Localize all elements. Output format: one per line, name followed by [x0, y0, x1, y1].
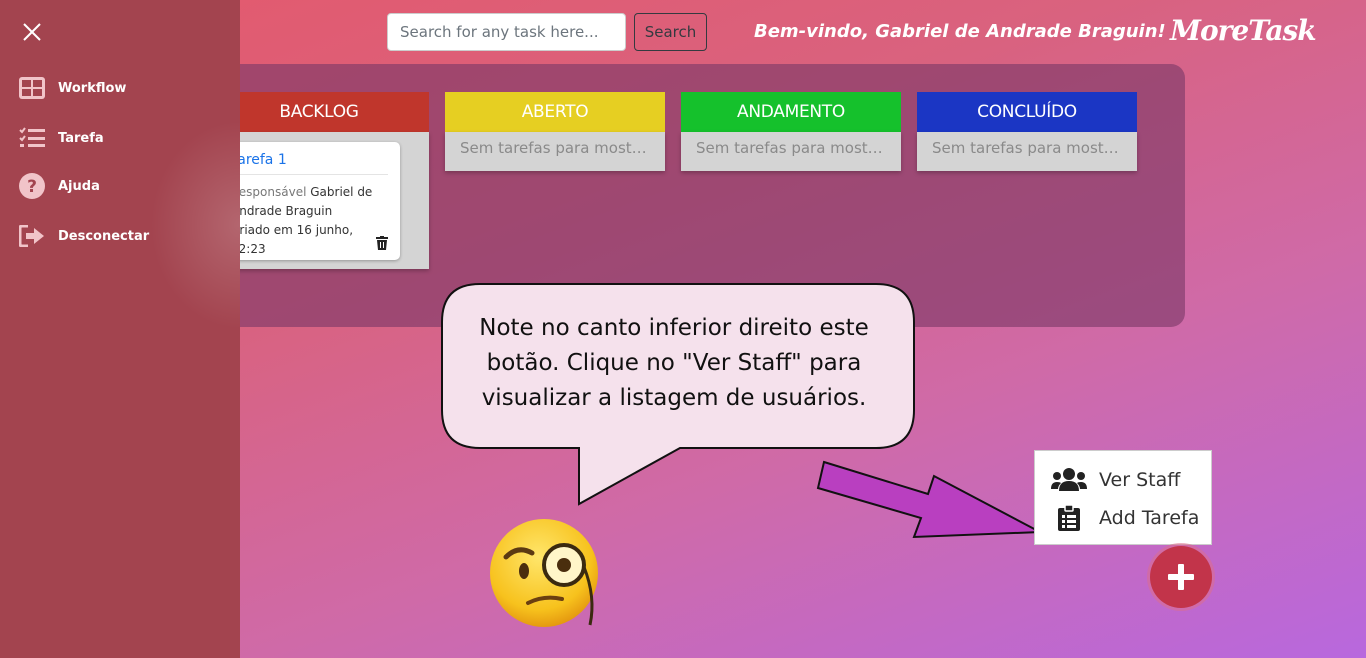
- sidebar-item-desconectar[interactable]: Desconectar: [18, 222, 149, 250]
- menu-item-add-tarefa[interactable]: Add Tarefa: [1035, 499, 1211, 537]
- help-icon: ?: [18, 172, 46, 200]
- column-title: ABERTO: [521, 102, 589, 122]
- column-andamento: ANDAMENTO Sem tarefas para mostrar...: [681, 92, 901, 171]
- column-aberto: ABERTO Sem tarefas para mostrar...: [445, 92, 665, 171]
- sidebar: Workflow Tarefa ? Ajuda Desconectar: [0, 0, 240, 658]
- plus-icon: [1168, 564, 1194, 590]
- welcome-message: Bem-vindo, Gabriel de Andrade Braguin!: [754, 21, 1166, 42]
- close-icon[interactable]: [22, 22, 42, 42]
- column-backlog: BACKLOG Tarefa 1 Responsável Gabriel de …: [209, 92, 429, 269]
- pointer-arrow-icon: [816, 460, 1044, 539]
- menu-item-ver-staff[interactable]: Ver Staff: [1035, 461, 1211, 499]
- grid-icon: [18, 74, 46, 102]
- column-title: CONCLUÍDO: [977, 102, 1077, 122]
- list-icon: [18, 124, 46, 152]
- sidebar-item-workflow[interactable]: Workflow: [18, 74, 126, 102]
- logout-icon: [18, 222, 46, 250]
- column-title: ANDAMENTO: [737, 102, 845, 122]
- menu-item-label: Ver Staff: [1099, 469, 1181, 491]
- column-header-concluido: CONCLUÍDO: [917, 92, 1137, 132]
- fab-menu: Ver Staff Add Tarefa: [1034, 450, 1212, 545]
- svg-text:?: ?: [27, 177, 37, 197]
- tutorial-text: Note no canto inferior direito este botã…: [479, 315, 869, 411]
- column-empty-text: Sem tarefas para mostrar...: [445, 132, 665, 171]
- column-title: BACKLOG: [279, 102, 359, 122]
- column-empty-text: Sem tarefas para mostrar...: [917, 132, 1137, 171]
- sidebar-item-label: Tarefa: [58, 130, 104, 146]
- task-title[interactable]: Tarefa 1: [231, 152, 388, 175]
- app-logo: MoreTask: [1170, 14, 1317, 47]
- menu-item-label: Add Tarefa: [1099, 507, 1200, 529]
- responsible-label: Responsável: [231, 185, 307, 199]
- column-body-backlog: Tarefa 1 Responsável Gabriel de Andrade …: [209, 132, 429, 269]
- column-header-aberto: ABERTO: [445, 92, 665, 132]
- column-header-andamento: ANDAMENTO: [681, 92, 901, 132]
- sidebar-item-label: Desconectar: [58, 228, 150, 244]
- column-empty-text: Sem tarefas para mostrar...: [681, 132, 901, 171]
- sidebar-item-label: Ajuda: [58, 178, 100, 194]
- monocle-face-icon: [490, 519, 598, 627]
- task-card[interactable]: Tarefa 1 Responsável Gabriel de Andrade …: [219, 142, 400, 260]
- sidebar-item-ajuda[interactable]: ? Ajuda: [18, 172, 100, 200]
- fab-add-button[interactable]: [1150, 546, 1212, 608]
- column-header-backlog: BACKLOG: [209, 92, 429, 132]
- sidebar-item-label: Workflow: [58, 80, 127, 96]
- clipboard-icon: [1051, 505, 1087, 531]
- task-responsible: Responsável Gabriel de Andrade Braguin: [231, 183, 388, 221]
- sidebar-item-tarefa[interactable]: Tarefa: [18, 124, 104, 152]
- search-button[interactable]: Search: [634, 13, 707, 51]
- users-icon: [1051, 467, 1087, 493]
- search-input[interactable]: [387, 13, 626, 51]
- trash-icon[interactable]: [376, 236, 388, 250]
- task-created: Criado em 16 junho, 12:23: [231, 223, 354, 256]
- column-concluido: CONCLUÍDO Sem tarefas para mostrar...: [917, 92, 1137, 171]
